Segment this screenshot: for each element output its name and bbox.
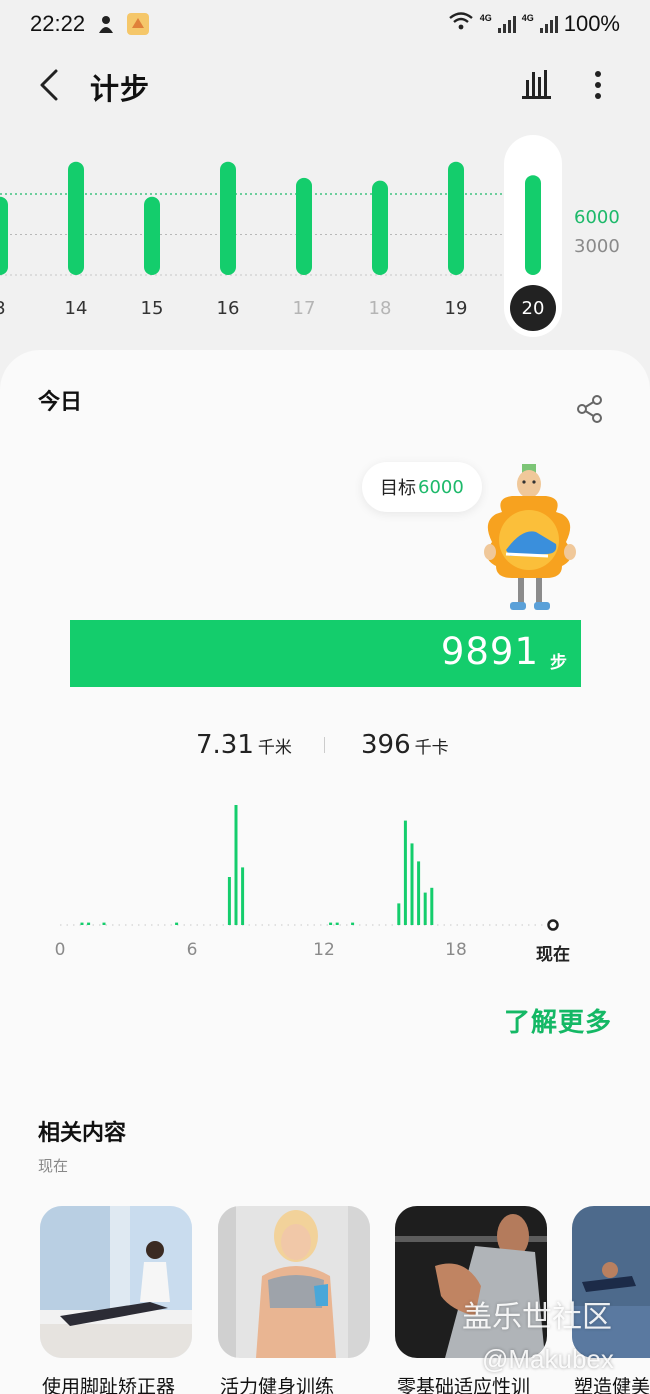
hour-bar: [335, 922, 339, 925]
steps-progress-bar: 9891 步: [70, 620, 581, 687]
network-type-2: 4G: [521, 13, 534, 23]
day-label: 14: [65, 298, 88, 319]
status-left: 22:22: [30, 11, 150, 37]
bar-chart-icon: [522, 70, 551, 99]
related-card-caption: 活力健身训练: [220, 1376, 335, 1394]
hour-bar: [87, 922, 91, 925]
status-bar: 22:22 4G 4G 100%: [0, 0, 650, 48]
distance-stat: 7.31 千米: [196, 730, 292, 760]
hour-bar: [80, 922, 84, 925]
signal-icon-2: [539, 15, 558, 33]
hour-tick-label: 18: [445, 940, 467, 960]
hour-bar: [397, 903, 401, 925]
wifi-icon: [448, 11, 474, 37]
mid-line-label: 3000: [574, 236, 620, 257]
statistics-button[interactable]: [518, 68, 554, 100]
hour-bar: [403, 820, 407, 925]
title-bar: 计步: [0, 56, 650, 114]
hourly-chart-canvas: [60, 805, 559, 931]
weekly-steps-chart: 3 14 15 16 17 18 19 20 6000 3000: [0, 130, 650, 350]
distance-unit: 千米: [257, 738, 292, 758]
day-label: 18: [369, 298, 392, 319]
day-label: 15: [141, 298, 164, 319]
hour-bar: [423, 892, 427, 925]
today-title: 今日: [38, 390, 83, 415]
goal-line-label: 6000: [574, 207, 620, 228]
hour-bar: [241, 867, 245, 925]
day-label: 16: [217, 298, 240, 319]
calories-stat: 396 千卡: [361, 730, 449, 760]
page-title: 计步: [90, 72, 151, 106]
related-card-caption: 使用脚趾矫正器: [42, 1376, 176, 1394]
distance-value: 7.31: [196, 730, 254, 760]
hour-bar: [430, 887, 434, 925]
more-options-button[interactable]: [586, 68, 610, 102]
related-card-caption: 零基础适应性训: [397, 1376, 531, 1394]
related-card-thumbnail: [40, 1206, 192, 1358]
weekly-chart-canvas: 3 14 15 16 17 18 19 20: [0, 135, 562, 337]
related-card-thumbnail: [218, 1206, 370, 1358]
network-type-1: 4G: [479, 13, 492, 23]
watermark-text: 盖乐世社区: [462, 1300, 612, 1335]
back-arrow-icon: [40, 69, 58, 101]
hour-bar: [227, 877, 231, 925]
share-icon: [577, 395, 602, 423]
hour-tick-label: 0: [54, 940, 66, 960]
app-notification-icon: [127, 13, 150, 35]
status-right: 4G 4G 100%: [448, 11, 620, 37]
battery-level: 100%: [563, 11, 620, 36]
current-time-marker: [547, 919, 559, 931]
hourly-steps-chart: 0 6 12 18 现在: [0, 790, 650, 970]
related-content-title: 相关内容: [38, 1121, 127, 1146]
hour-tick-label: 6: [186, 940, 198, 960]
hour-bar: [351, 922, 355, 925]
hour-bar: [102, 922, 106, 925]
share-button[interactable]: [574, 394, 606, 424]
hour-bar: [175, 922, 179, 925]
steps-unit: 步: [550, 653, 567, 673]
hour-tick-label: 12: [313, 940, 335, 960]
day-label: 17: [293, 298, 316, 319]
related-card[interactable]: 使用脚趾矫正器: [40, 1206, 192, 1394]
goal-prefix: 目标: [380, 478, 416, 499]
hour-bar: [410, 843, 414, 925]
goal-value: 6000: [418, 476, 464, 498]
related-card-caption: 塑造健美: [574, 1376, 650, 1394]
watermark-handle: @Makubex: [482, 1344, 614, 1374]
related-content-subtitle: 现在: [38, 1157, 69, 1175]
hour-tick-label: 现在: [536, 945, 570, 965]
more-vertical-icon: [595, 71, 601, 99]
day-label: 20: [522, 298, 545, 319]
calories-value: 396: [361, 730, 411, 760]
stats-divider: [324, 737, 325, 753]
day-label: 3: [0, 298, 6, 319]
related-card[interactable]: 活力健身训练: [218, 1206, 370, 1394]
hour-bar: [417, 861, 421, 925]
signal-icon-1: [497, 15, 516, 33]
goal-bubble: 目标 6000: [362, 462, 482, 512]
hour-bar: [329, 922, 333, 925]
steps-count: 9891: [440, 630, 539, 673]
notification-icon: [95, 13, 117, 35]
calories-unit: 千卡: [414, 738, 449, 758]
status-time: 22:22: [30, 11, 86, 36]
learn-more-link[interactable]: 了解更多: [504, 1002, 612, 1039]
hour-bar: [234, 805, 238, 925]
back-button[interactable]: [34, 68, 64, 102]
day-label: 19: [445, 298, 468, 319]
mascot-illustration: [482, 462, 582, 618]
